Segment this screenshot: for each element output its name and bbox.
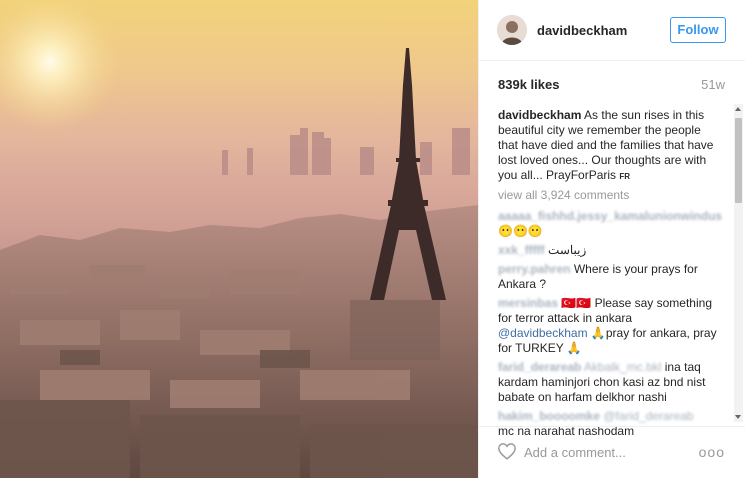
scroll-down-arrow-icon[interactable]: [735, 415, 741, 419]
post-photo[interactable]: [0, 0, 478, 478]
caption: davidbeckham As the sun rises in this be…: [498, 108, 724, 184]
list-item: farid_derareab Akbalk_mc.bkl ina taq kar…: [498, 360, 724, 405]
follow-button[interactable]: Follow: [670, 17, 726, 43]
post-sidebar: davidbeckham Follow 839k likes 51w david…: [478, 0, 745, 478]
comment-text: زیباست: [548, 243, 587, 257]
caption-username[interactable]: davidbeckham: [498, 108, 581, 122]
list-item: aaaaa_fishhd.jessy_kamalunionwindus 😶😶😶: [498, 209, 724, 239]
likes-count[interactable]: 839k likes: [498, 77, 559, 92]
flag-fr-label: FR: [619, 172, 631, 181]
username-link[interactable]: davidbeckham: [537, 23, 627, 38]
avatar-icon: [497, 15, 527, 45]
comment-bar: Add a comment... ooo: [479, 426, 745, 479]
scrollbar-thumb[interactable]: [735, 118, 742, 203]
instagram-post-view: davidbeckham Follow 839k likes 51w david…: [0, 0, 745, 478]
more-options-icon[interactable]: ooo: [699, 444, 725, 460]
view-all-comments-link[interactable]: view all 3,924 comments: [498, 188, 724, 203]
list-item: perry.pahren Where is your prays for Ank…: [498, 262, 724, 292]
mention-link[interactable]: Akbalk_mc.bkl: [584, 360, 661, 374]
comment-username[interactable]: mersinbas: [498, 296, 558, 310]
list-item: mersinbas 🇹🇷🇹🇷 Please say something for …: [498, 296, 724, 356]
paris-skyline-illustration: [0, 0, 478, 478]
comment-username[interactable]: perry.pahren: [498, 262, 570, 276]
mention-link[interactable]: @davidbeckham: [498, 326, 588, 340]
comment-username[interactable]: farid_derareab: [498, 360, 581, 374]
list-item: xxk_fffff زیباست: [498, 243, 724, 258]
scroll-up-arrow-icon[interactable]: [735, 107, 741, 111]
comment-text: 😶😶😶: [498, 224, 543, 238]
post-header: davidbeckham Follow: [479, 0, 745, 61]
comment-username[interactable]: xxk_fffff: [498, 243, 545, 257]
heart-icon[interactable]: [497, 442, 517, 460]
post-age[interactable]: 51w: [701, 77, 725, 92]
avatar[interactable]: [497, 15, 527, 45]
mention-link[interactable]: @farid_derareab: [603, 409, 693, 423]
comments-scrollbar[interactable]: [734, 104, 743, 422]
comment-username[interactable]: hakim_boooomke: [498, 409, 600, 423]
comments-list: davidbeckham As the sun rises in this be…: [498, 108, 724, 443]
add-comment-input[interactable]: Add a comment...: [524, 445, 626, 460]
comment-username[interactable]: aaaaa_fishhd.jessy_kamalunionwindus: [498, 209, 722, 223]
